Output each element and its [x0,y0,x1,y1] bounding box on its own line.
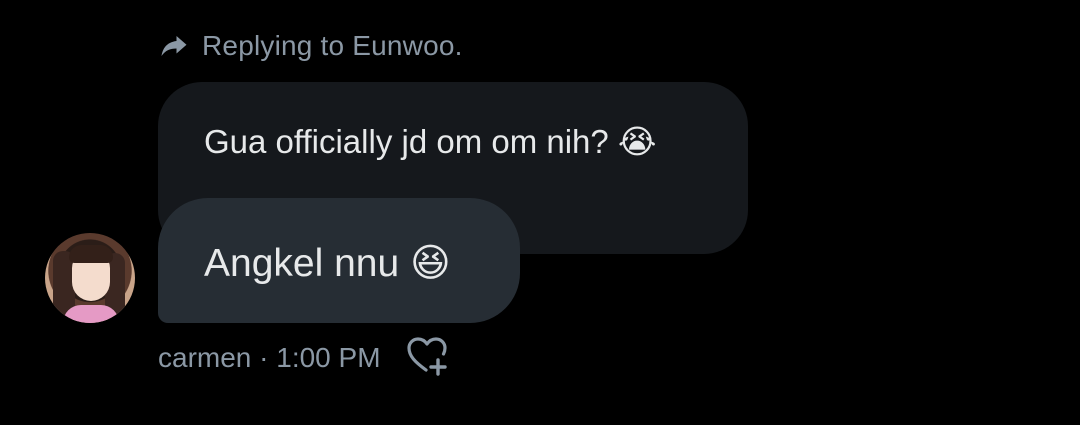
crying-emoji-icon: 😭 [617,122,657,161]
reply-context: Replying to Eunwoo. [158,28,463,64]
message-body: Angkel nnu [204,242,410,285]
laughing-emoji-icon: 😆 [410,241,451,286]
avatar[interactable] [45,233,135,323]
add-reaction-button[interactable] [405,336,451,380]
quoted-message-text: Gua officially jd om om nih? 😭 [204,122,656,161]
message-bubble[interactable]: Angkel nnu 😆 [158,198,520,323]
message-text: Angkel nnu 😆 [204,241,451,286]
message-meta: carmen · 1:00 PM [158,336,451,380]
reply-arrow-icon [158,30,190,62]
quoted-message-body: Gua officially jd om om nih? [204,123,618,160]
reply-label: Replying to Eunwoo. [202,30,463,61]
dm-conversation: Replying to Eunwoo. Gua officially jd om… [0,0,1080,425]
sender-and-time: carmen · 1:00 PM [158,342,381,373]
heart-plus-icon [405,335,451,382]
